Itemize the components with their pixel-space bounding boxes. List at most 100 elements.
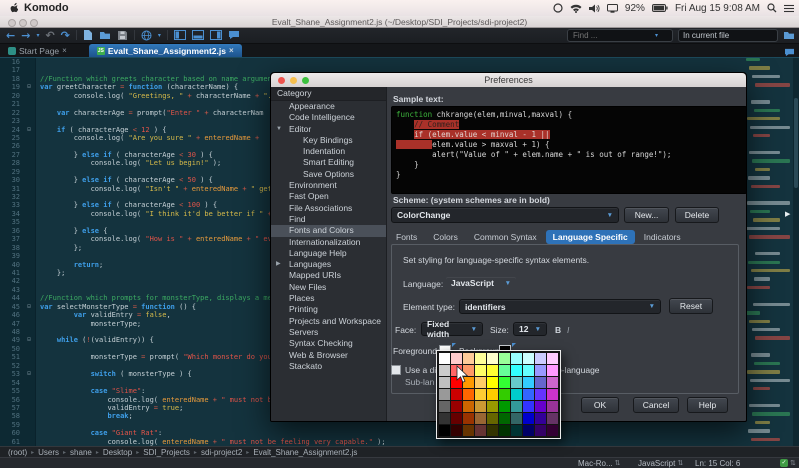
palette-swatch[interactable] xyxy=(523,389,534,400)
toggle-bottom-pane-icon[interactable] xyxy=(192,30,204,40)
category-item-environment[interactable]: Environment xyxy=(271,180,386,191)
palette-swatch[interactable] xyxy=(439,365,450,376)
browser-preview-globe-icon[interactable] xyxy=(141,30,152,41)
fold-marker[interactable]: ⊟ xyxy=(23,370,36,378)
volume-icon[interactable] xyxy=(589,4,600,13)
save-icon[interactable] xyxy=(117,30,128,41)
palette-swatch[interactable] xyxy=(451,425,462,436)
breadcrumb-item[interactable]: sdi-project2 xyxy=(201,448,242,457)
palette-swatch[interactable] xyxy=(439,353,450,364)
palette-swatch[interactable] xyxy=(499,377,510,388)
menu-clock[interactable]: Fri Aug 15 9:08 AM xyxy=(675,3,760,14)
palette-swatch[interactable] xyxy=(523,413,534,424)
notification-center-icon[interactable] xyxy=(784,4,794,13)
cancel-button[interactable]: Cancel xyxy=(633,397,679,413)
editor-scrollbar[interactable] xyxy=(793,58,799,446)
forward-dropdown-icon[interactable]: ▾ xyxy=(36,32,39,39)
spotlight-search-icon[interactable] xyxy=(767,3,777,13)
find-dropdown-icon[interactable]: ▾ xyxy=(655,32,658,39)
palette-swatch[interactable] xyxy=(511,425,522,436)
collapsed-arrow-icon[interactable]: ▶ xyxy=(276,259,281,270)
expanded-arrow-icon[interactable]: ▼ xyxy=(276,124,282,135)
category-item-language-help[interactable]: Language Help xyxy=(271,248,386,259)
category-item-printing[interactable]: Printing xyxy=(271,304,386,315)
find-scope-select[interactable]: In current file xyxy=(678,29,778,42)
new-scheme-button[interactable]: New... xyxy=(624,207,669,223)
fold-marker[interactable]: ⊟ xyxy=(23,83,36,91)
palette-swatch[interactable] xyxy=(535,365,546,376)
palette-swatch[interactable] xyxy=(499,389,510,400)
breadcrumb-item[interactable]: shane xyxy=(70,448,92,457)
palette-swatch[interactable] xyxy=(523,365,534,376)
palette-swatch[interactable] xyxy=(535,377,546,388)
category-item-servers[interactable]: Servers xyxy=(271,327,386,338)
category-item-editor[interactable]: ▼Editor xyxy=(271,124,386,135)
palette-swatch[interactable] xyxy=(451,413,462,424)
dialog-close-button[interactable] xyxy=(278,77,285,84)
palette-swatch[interactable] xyxy=(439,401,450,412)
category-item-web-browser[interactable]: Web & Browser xyxy=(271,350,386,361)
palette-swatch[interactable] xyxy=(439,413,450,424)
palette-swatch[interactable] xyxy=(475,353,486,364)
open-files-chat-icon[interactable] xyxy=(784,48,799,57)
globe-dropdown-icon[interactable]: ▾ xyxy=(158,32,161,39)
feedback-chat-icon[interactable] xyxy=(228,30,240,40)
category-item-places[interactable]: Places xyxy=(271,293,386,304)
category-item-languages[interactable]: ▶Languages xyxy=(271,259,386,270)
palette-swatch[interactable] xyxy=(439,377,450,388)
category-item-projects-and-workspace[interactable]: Projects and Workspace xyxy=(271,316,386,327)
palette-swatch[interactable] xyxy=(547,377,558,388)
prefs-tab-indicators[interactable]: Indicators xyxy=(637,230,688,244)
battery-icon[interactable] xyxy=(652,4,668,12)
palette-swatch[interactable] xyxy=(463,425,474,436)
category-item-appearance[interactable]: Appearance xyxy=(271,101,386,112)
palette-swatch[interactable] xyxy=(487,401,498,412)
wifi-icon[interactable] xyxy=(570,4,582,13)
prefs-tab-fonts[interactable]: Fonts xyxy=(389,230,424,244)
places-folder-icon[interactable] xyxy=(783,30,795,40)
language-select[interactable]: JavaScript▼ xyxy=(445,276,517,290)
fold-marker[interactable]: ⊟ xyxy=(23,303,36,311)
palette-swatch[interactable] xyxy=(463,401,474,412)
palette-swatch[interactable] xyxy=(547,413,558,424)
palette-swatch[interactable] xyxy=(475,377,486,388)
tab-close-icon[interactable]: × xyxy=(62,46,67,55)
breadcrumb-item[interactable]: Evalt_Shane_Assignment2.js xyxy=(253,448,357,457)
category-item-key-bindings[interactable]: Key Bindings xyxy=(271,135,386,146)
palette-swatch[interactable] xyxy=(475,425,486,436)
window-close-button[interactable] xyxy=(8,19,16,27)
ok-button[interactable]: OK xyxy=(581,397,619,413)
toggle-right-pane-icon[interactable] xyxy=(210,30,222,40)
fold-expand-arrow-icon[interactable]: ▶ xyxy=(785,210,790,218)
window-minimize-button[interactable] xyxy=(19,19,27,27)
fold-marker[interactable]: ⊟ xyxy=(23,336,36,344)
category-item-syntax-checking[interactable]: Syntax Checking xyxy=(271,338,386,349)
palette-swatch[interactable] xyxy=(463,353,474,364)
category-item-fonts-and-colors[interactable]: Fonts and Colors xyxy=(271,225,386,236)
window-zoom-button[interactable] xyxy=(30,19,38,27)
bold-toggle[interactable]: B xyxy=(555,325,561,335)
prefs-tab-language-specific[interactable]: Language Specific xyxy=(546,230,635,244)
palette-swatch[interactable] xyxy=(535,425,546,436)
dialog-zoom-button[interactable] xyxy=(302,77,309,84)
category-item-fast-open[interactable]: Fast Open xyxy=(271,191,386,202)
palette-swatch[interactable] xyxy=(511,365,522,376)
palette-swatch[interactable] xyxy=(499,425,510,436)
palette-swatch[interactable] xyxy=(523,377,534,388)
prefs-tab-colors[interactable]: Colors xyxy=(426,230,465,244)
category-item-code-intelligence[interactable]: Code Intelligence xyxy=(271,112,386,123)
category-item-mapped-uris[interactable]: Mapped URIs xyxy=(271,270,386,281)
palette-swatch[interactable] xyxy=(451,353,462,364)
size-select[interactable]: 12▼ xyxy=(513,322,547,336)
palette-swatch[interactable] xyxy=(499,401,510,412)
italic-toggle[interactable]: I xyxy=(567,325,569,335)
face-select[interactable]: Fixed width▼ xyxy=(421,322,483,336)
find-input[interactable] xyxy=(571,30,655,41)
display-icon[interactable] xyxy=(607,4,618,13)
palette-swatch[interactable] xyxy=(499,413,510,424)
palette-swatch[interactable] xyxy=(439,389,450,400)
category-item-find[interactable]: Find xyxy=(271,214,386,225)
language-mode-select[interactable]: JavaScript⇅ xyxy=(638,458,683,468)
dialog-minimize-button[interactable] xyxy=(290,77,297,84)
use-different-checkbox[interactable] xyxy=(391,365,401,375)
